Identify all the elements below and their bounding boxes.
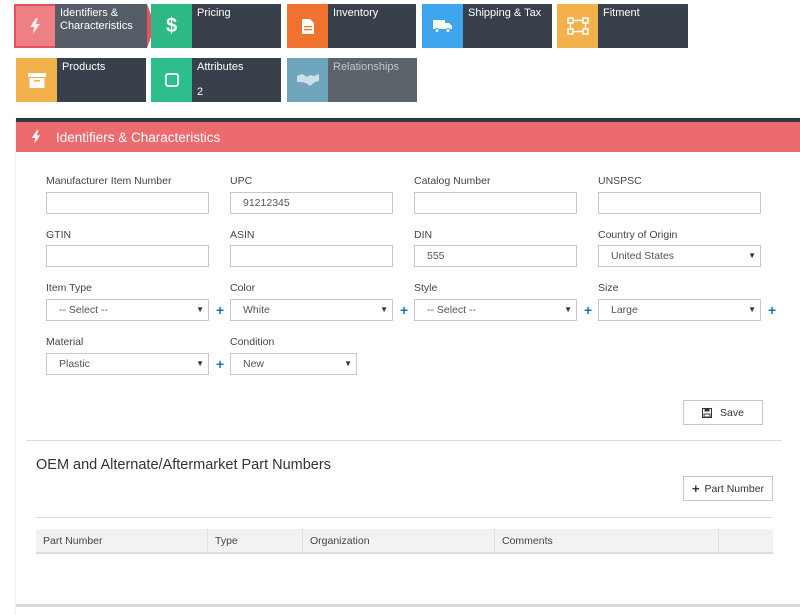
panel-bottom-edge: [16, 604, 800, 607]
tab-label: Shipping & Tax: [468, 7, 542, 19]
tab-attributes[interactable]: Attributes 2: [151, 58, 281, 102]
save-button-label: Save: [720, 406, 744, 419]
save-button[interactable]: Save: [683, 400, 763, 425]
color-value: White: [243, 304, 270, 316]
tab-label-text: Attributes: [197, 61, 244, 73]
column-header-comments[interactable]: Comments: [495, 529, 719, 552]
attributes-count: 2: [197, 86, 204, 98]
tab-label: Pricing: [197, 7, 231, 19]
size-value: Large: [611, 304, 638, 316]
fitment-icon: [557, 4, 598, 48]
tab-label: Identifiers & Characteristics: [55, 4, 147, 48]
add-item-type-icon[interactable]: +: [216, 303, 224, 317]
color-select[interactable]: White ▼: [230, 299, 393, 321]
dropdown-arrow-icon: ▼: [344, 359, 352, 368]
country-of-origin-label: Country of Origin: [598, 229, 678, 241]
asin-input[interactable]: [230, 245, 393, 267]
style-select[interactable]: -- Select -- ▼: [414, 299, 577, 321]
catalog-number-input[interactable]: [414, 192, 577, 214]
lightning-icon: [14, 4, 55, 48]
add-style-icon[interactable]: +: [584, 303, 592, 317]
manufacturer-item-number-label: Manufacturer Item Number: [46, 175, 172, 187]
material-value: Plastic: [59, 358, 90, 370]
tab-inventory[interactable]: Inventory: [287, 4, 416, 48]
condition-value: New: [243, 358, 265, 370]
square-icon: [151, 58, 192, 102]
item-type-label: Item Type: [46, 282, 92, 294]
style-label: Style: [414, 282, 438, 294]
tab-label: Relationships: [333, 61, 400, 73]
dropdown-arrow-icon: ▼: [748, 251, 756, 260]
din-input[interactable]: 555: [414, 245, 577, 267]
add-size-icon[interactable]: +: [768, 303, 776, 317]
condition-select[interactable]: New ▼: [230, 353, 357, 375]
dropdown-arrow-icon: ▼: [196, 305, 204, 314]
material-select[interactable]: Plastic ▼: [46, 353, 209, 375]
item-type-select[interactable]: -- Select -- ▼: [46, 299, 209, 321]
tab-products[interactable]: Products: [16, 58, 146, 102]
dollar-icon: $: [151, 4, 192, 48]
color-label: Color: [230, 282, 256, 294]
style-value: -- Select --: [427, 304, 477, 316]
dropdown-arrow-icon: ▼: [564, 305, 572, 314]
material-label: Material: [46, 336, 84, 348]
upc-label: UPC: [230, 175, 253, 187]
section-divider: [36, 517, 772, 518]
item-type-value: -- Select --: [59, 304, 109, 316]
manufacturer-item-number-input[interactable]: [46, 192, 209, 214]
plus-icon: +: [691, 481, 700, 496]
part-numbers-title: OEM and Alternate/Aftermarket Part Numbe…: [36, 457, 331, 473]
unspsc-input[interactable]: [598, 192, 761, 214]
tab-fitment[interactable]: Fitment: [557, 4, 688, 48]
size-select[interactable]: Large ▼: [598, 299, 761, 321]
condition-label: Condition: [230, 336, 275, 348]
add-part-number-button[interactable]: + Part Number: [683, 476, 773, 501]
country-of-origin-select[interactable]: United States ▼: [598, 245, 761, 267]
section-divider: [26, 440, 782, 441]
tab-label: Fitment: [603, 7, 640, 19]
handshake-icon: [287, 58, 328, 102]
catalog-number-label: Catalog Number: [414, 175, 491, 187]
tab-label: Attributes 2: [192, 58, 281, 102]
document-icon: [287, 4, 328, 48]
column-header-organization[interactable]: Organization: [303, 529, 495, 552]
tab-shipping-tax[interactable]: Shipping & Tax: [422, 4, 552, 48]
tab-label: Inventory: [333, 7, 379, 19]
save-icon: [702, 407, 713, 418]
upc-input[interactable]: 91212345: [230, 192, 393, 214]
tab-relationships[interactable]: Relationships: [287, 58, 417, 102]
country-of-origin-value: United States: [611, 250, 675, 262]
gtin-label: GTIN: [46, 229, 72, 241]
dropdown-arrow-icon: ▼: [748, 305, 756, 314]
add-color-icon[interactable]: +: [400, 303, 408, 317]
panel-header: Identifiers & Characteristics: [16, 122, 800, 152]
add-part-number-label: Part Number: [704, 482, 765, 495]
gtin-input[interactable]: [46, 245, 209, 267]
panel-title: Identifiers & Characteristics: [56, 129, 221, 145]
din-label: DIN: [414, 229, 433, 241]
column-header-part-number[interactable]: Part Number: [36, 529, 208, 552]
tab-label: Products: [62, 61, 106, 73]
asin-label: ASIN: [230, 229, 255, 241]
dropdown-arrow-icon: ▼: [196, 359, 204, 368]
dropdown-arrow-icon: ▼: [380, 305, 388, 314]
unspsc-label: UNSPSC: [598, 175, 642, 187]
lightning-icon: [16, 130, 56, 144]
add-material-icon[interactable]: +: [216, 357, 224, 371]
truck-icon: [422, 4, 463, 48]
column-header-type[interactable]: Type: [208, 529, 303, 552]
tab-pricing[interactable]: $ Pricing: [151, 4, 281, 48]
box-icon: [16, 58, 57, 102]
size-label: Size: [598, 282, 619, 294]
tab-identifiers-characteristics[interactable]: Identifiers & Characteristics: [14, 4, 155, 48]
